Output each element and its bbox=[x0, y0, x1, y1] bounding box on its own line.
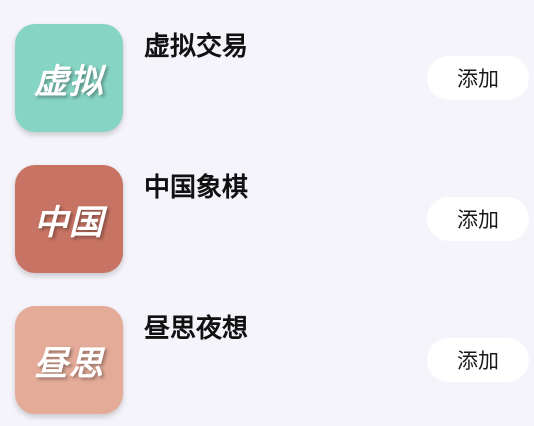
app-icon-label: 中国 bbox=[34, 202, 104, 243]
add-button[interactable]: 添加 bbox=[427, 338, 529, 382]
list-item-chinese-chess: 中国 中国象棋 添加 bbox=[0, 155, 534, 285]
app-list: 虚拟 虚拟交易 添加 中国 中国象棋 添加 昼思 昼思夜想 添加 bbox=[0, 0, 534, 416]
app-title: 虚拟交易 bbox=[144, 32, 249, 62]
app-icon-chinese-chess[interactable]: 中国 bbox=[15, 165, 123, 273]
app-icon-day-and-night[interactable]: 昼思 bbox=[15, 306, 123, 414]
app-title: 中国象棋 bbox=[144, 173, 249, 203]
list-item-virtual-trading: 虚拟 虚拟交易 添加 bbox=[0, 14, 534, 144]
list-item-day-and-night: 昼思 昼思夜想 添加 bbox=[0, 296, 534, 426]
app-icon-label: 虚拟 bbox=[34, 61, 104, 102]
add-button[interactable]: 添加 bbox=[427, 197, 529, 241]
add-button[interactable]: 添加 bbox=[427, 56, 529, 100]
app-icon-virtual-trading[interactable]: 虚拟 bbox=[15, 24, 123, 132]
app-title: 昼思夜想 bbox=[144, 314, 249, 344]
app-icon-label: 昼思 bbox=[34, 343, 104, 384]
